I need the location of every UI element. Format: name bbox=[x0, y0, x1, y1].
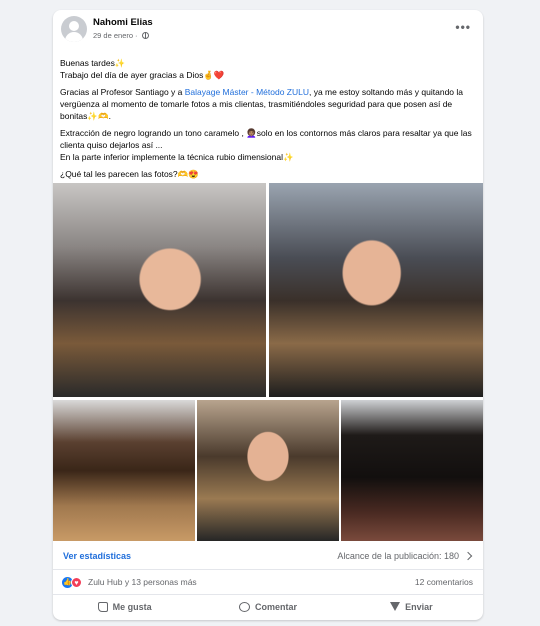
action-bar: Me gusta Comentar Enviar bbox=[53, 594, 483, 618]
page-link[interactable]: Balayage Máster - Método ZULU bbox=[185, 87, 309, 97]
comment-button[interactable]: Comentar bbox=[196, 595, 339, 618]
reactions-bar: 👍 ♥ Zulu Hub y 13 personas más 12 coment… bbox=[53, 569, 483, 591]
reaction-icons[interactable]: 👍 ♥ bbox=[62, 577, 82, 588]
send-icon bbox=[390, 602, 401, 611]
stats-bar: Ver estadísticas Alcance de la publicaci… bbox=[53, 541, 483, 569]
post-card: Nahomi Elias 29 de enero · ••• Buenas ta… bbox=[53, 10, 483, 620]
comment-count[interactable]: 12 comentarios bbox=[415, 577, 473, 587]
photo-front-1[interactable] bbox=[53, 183, 266, 397]
like-label: Me gusta bbox=[112, 601, 152, 612]
send-button[interactable]: Enviar bbox=[340, 595, 483, 618]
photo-front-3[interactable] bbox=[197, 400, 339, 541]
post-date[interactable]: 29 de enero bbox=[93, 31, 133, 40]
globe-icon bbox=[141, 32, 149, 39]
paragraph-question: ¿Qué tal les parecen las fotos?🫶😍 bbox=[60, 169, 199, 179]
love-reaction-icon: ♥ bbox=[71, 577, 82, 588]
author-name[interactable]: Nahomi Elias bbox=[93, 17, 153, 28]
post-text: Buenas tardes✨ Trabajo del día de ayer g… bbox=[60, 57, 478, 185]
photo-grid bbox=[53, 183, 483, 541]
photo-front-2[interactable] bbox=[269, 183, 483, 397]
send-label: Enviar bbox=[405, 601, 433, 612]
view-stats-link[interactable]: Ver estadísticas bbox=[63, 551, 131, 561]
paragraph-thanks: Gracias al Profesor Santiago y a Balayag… bbox=[60, 87, 464, 121]
comment-label: Comentar bbox=[254, 601, 297, 612]
like-button[interactable]: Me gusta bbox=[53, 595, 196, 618]
paragraph-greeting: Buenas tardes✨ Trabajo del día de ayer g… bbox=[60, 58, 225, 80]
post-header: Nahomi Elias 29 de enero · ••• bbox=[53, 10, 483, 50]
paragraph-technique: Extracción de negro logrando un tono car… bbox=[60, 128, 472, 162]
reach-label: Alcance de la publicación: 180 bbox=[337, 551, 459, 561]
photo-back-2[interactable] bbox=[341, 400, 483, 541]
thumbs-up-icon bbox=[97, 601, 108, 612]
date-separator: · bbox=[135, 31, 138, 40]
chevron-right-icon bbox=[463, 551, 473, 561]
more-options-icon[interactable]: ••• bbox=[455, 20, 471, 34]
reach-link[interactable]: Alcance de la publicación: 180 bbox=[337, 551, 473, 561]
post-meta: 29 de enero · bbox=[93, 31, 149, 40]
comment-icon bbox=[238, 601, 250, 612]
avatar[interactable] bbox=[61, 16, 87, 42]
photo-back-1[interactable] bbox=[53, 400, 195, 541]
reaction-summary[interactable]: Zulu Hub y 13 personas más bbox=[88, 577, 197, 587]
